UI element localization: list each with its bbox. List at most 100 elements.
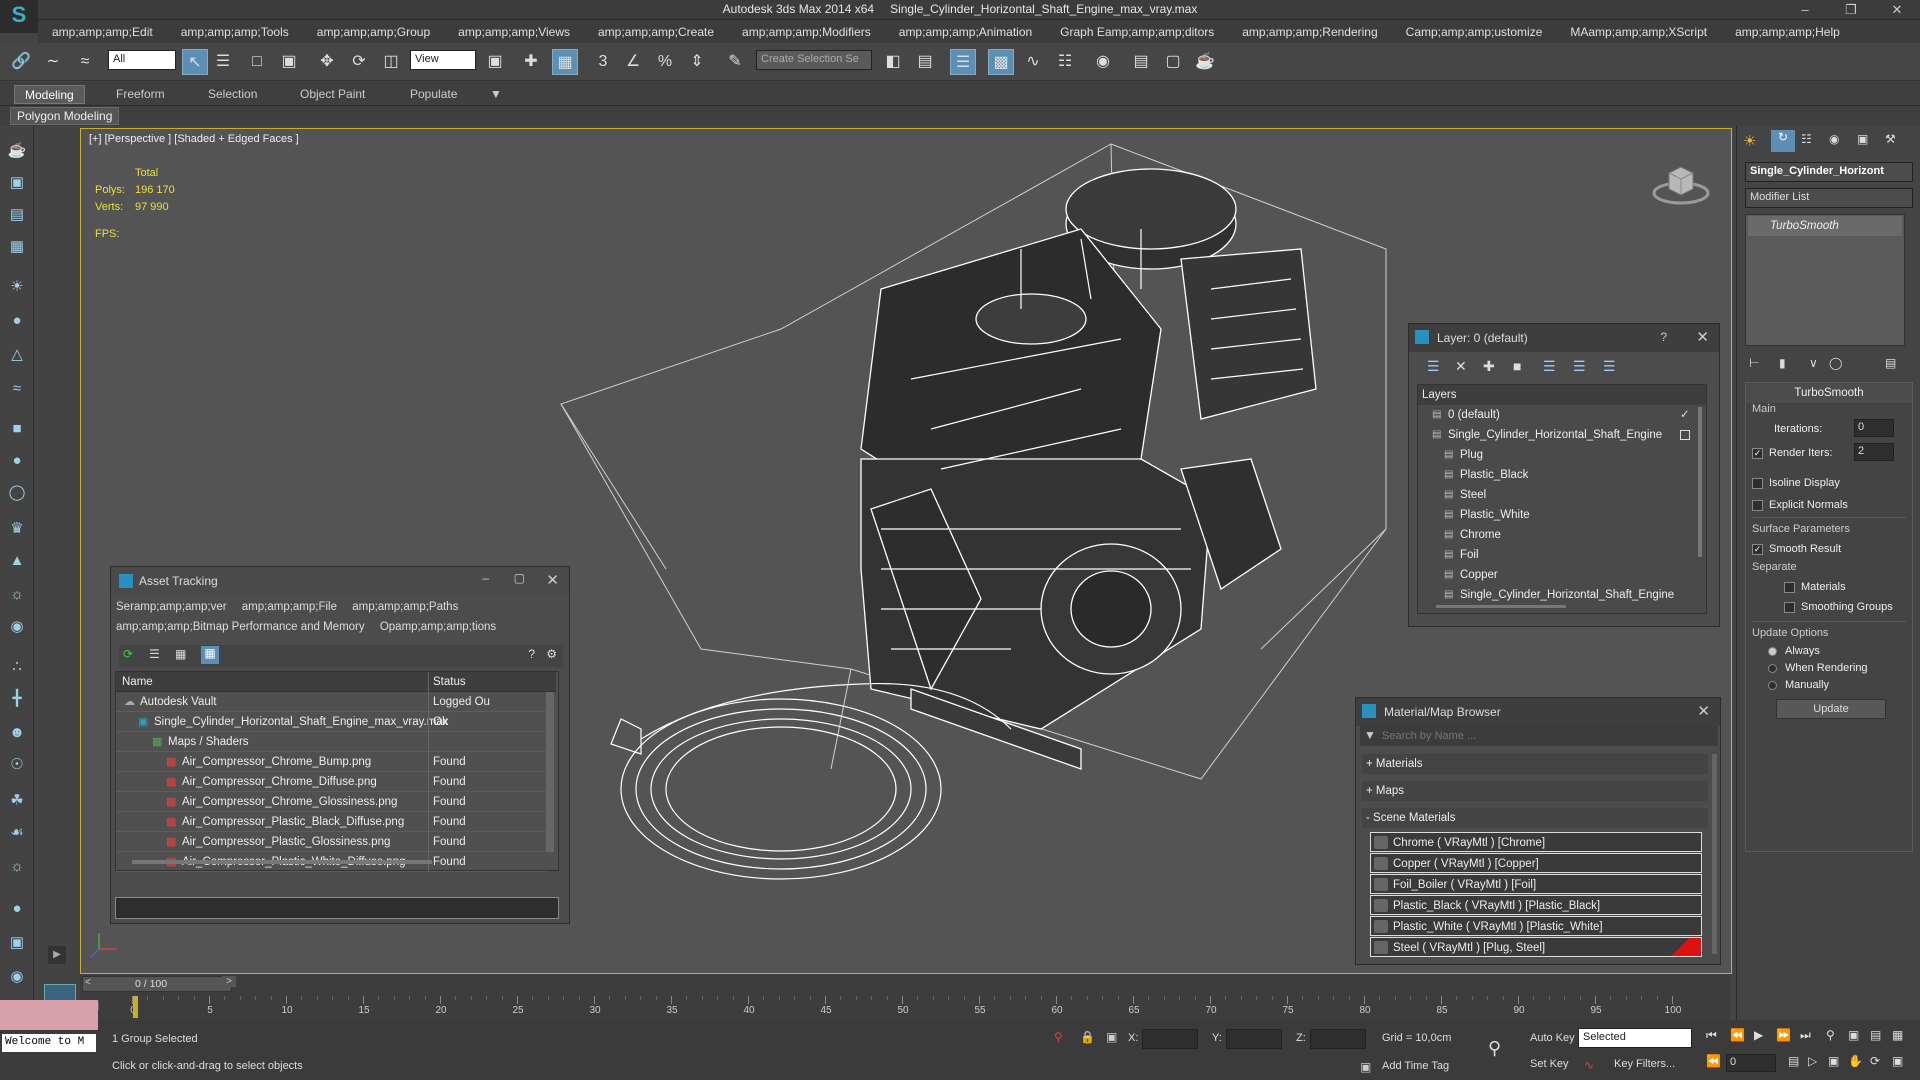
layer-scrollbar[interactable] [1698,407,1702,557]
key-mode-dropdown[interactable]: Selected [1578,1028,1692,1048]
help-icon[interactable]: ? [1660,330,1667,344]
scene-material-item[interactable]: Copper ( VRayMtl ) [Copper] [1370,853,1702,873]
configure-sets-icon[interactable]: ▤ [1885,356,1896,370]
table-row[interactable]: ▩ Air_Compressor_Chrome_Diffuse.png Found [116,772,546,792]
current-frame-field[interactable]: 0 [1726,1054,1776,1072]
sun-icon[interactable]: ☼ [6,584,28,606]
close-icon[interactable]: ✕ [546,567,559,595]
current-layer-check-icon[interactable]: ✓ [1680,405,1690,425]
select-object-icon[interactable]: ↖ [182,49,208,75]
group-maps[interactable]: + Maps [1362,781,1708,801]
pin-stack-icon[interactable]: ⊢ [1749,356,1759,370]
layer-item[interactable]: ▤ Single_Cylinder_Horizontal_Shaft_Engine [1418,585,1696,605]
keyboard-shortcut-override-icon[interactable]: ▦ [552,49,578,75]
render-teapot-icon[interactable]: ☕ [1192,49,1218,75]
box-icon[interactable]: ▣ [6,172,28,194]
x-coordinate-field[interactable] [1142,1029,1198,1049]
options-arrow-icon[interactable]: ▼ [1364,728,1376,742]
remove-modifier-icon[interactable]: ◯ [1829,356,1842,370]
app-logo-icon[interactable]: S [0,0,38,33]
layer-item[interactable]: ▤ 0 (default) ✓ [1418,405,1696,425]
scene-material-item[interactable]: Chrome ( VRayMtl ) [Chrome] [1370,832,1702,852]
menu-animation[interactable]: amp;amp;amp;Animation [885,25,1046,39]
prev-frame-icon[interactable]: < [85,977,91,988]
table-row[interactable]: ▩ Air_Compressor_Chrome_Bump.png Found [116,752,546,772]
percent-snap-icon[interactable]: % [652,49,678,75]
freeze-all-icon[interactable]: ☰ [1603,358,1616,375]
unlink-icon[interactable]: ∼ [40,49,66,75]
zoom-icon[interactable]: ⚲ [1826,1028,1835,1042]
asset-path-field[interactable] [115,897,559,919]
tab-populate[interactable]: Populate [400,85,467,104]
menu-help[interactable]: amp;amp;amp;Help [1721,25,1854,39]
add-to-layer-icon[interactable]: ✚ [1483,358,1495,375]
update-button[interactable]: Update [1776,699,1886,719]
fov-icon[interactable]: ▷ [1808,1054,1817,1068]
display-tab-icon[interactable]: ▣ [1857,132,1868,146]
modifier-list-dropdown[interactable]: Modifier List [1745,188,1913,208]
highlight-layer-icon[interactable]: ☰ [1543,358,1556,375]
auto-key-button[interactable]: Auto Key [1530,1032,1575,1044]
orbit-icon[interactable]: ⟳ [1870,1054,1880,1068]
iterations-spinner[interactable]: 0 [1854,419,1894,437]
plane-icon[interactable]: ▤ [6,204,28,226]
graphite-toggle-icon[interactable]: ▩ [988,49,1014,75]
utilities-tab-icon[interactable]: ⚒ [1885,132,1896,146]
pan-icon[interactable]: ✋ [1848,1054,1863,1068]
separate-materials-checkbox[interactable] [1784,581,1795,593]
close-icon[interactable]: ✕ [1697,698,1710,726]
menu-create[interactable]: amp;amp;amp;Create [584,25,728,39]
layer-hscrollbar[interactable] [1436,605,1566,608]
crown-icon[interactable]: ♛ [6,518,28,540]
isolate-icon[interactable]: ⚲ [1054,1030,1063,1044]
spinner-snap-icon[interactable]: ⇕ [684,49,710,75]
horizontal-scrollbar[interactable] [132,860,432,864]
column-name[interactable]: Name [122,672,153,692]
go-to-end-icon[interactable]: ⏭ [1800,1028,1811,1043]
menu-options[interactable]: Opamp;amp;amp;tions [380,621,496,633]
menu-server[interactable]: Seramp;amp;amp;ver [116,601,227,613]
viewcube[interactable] [1651,163,1711,207]
pivot-center-icon[interactable]: ▣ [482,49,508,75]
next-key-icon[interactable]: ⏩ [1776,1028,1791,1042]
table-row[interactable]: ▦ Maps / Shaders [116,732,546,752]
snaps-toggle-icon[interactable]: 3 [590,49,616,75]
time-slider[interactable]: < 0 / 100 [82,976,232,992]
table-row[interactable]: ▣ Single_Cylinder_Horizontal_Shaft_Engine… [116,712,546,732]
spacewarp-icon[interactable]: ≈ [6,378,28,400]
select-by-name-icon[interactable]: ☰ [210,49,236,75]
next-frame-icon[interactable]: > [222,976,236,987]
key-filters-button[interactable]: Key Filters... [1614,1058,1675,1070]
tab-modeling[interactable]: Modeling [14,85,85,104]
smooth-result-checkbox[interactable]: ✓ [1752,543,1763,555]
time-tag-icon[interactable]: ▣ [1360,1060,1371,1074]
table-row[interactable]: ☁ Autodesk Vault Logged Ou [116,692,546,712]
helper-icon[interactable]: △ [6,344,28,366]
minimize-icon[interactable]: – [1782,0,1828,20]
menu-file[interactable]: amp;amp;amp;File [242,601,337,613]
manually-radio[interactable] [1768,680,1777,690]
selection-filter-dropdown[interactable]: All [108,50,176,70]
layers-header[interactable]: Layers [1418,385,1706,405]
modify-tab-icon[interactable]: ↻ [1771,130,1795,152]
align-icon[interactable]: ▤ [912,49,938,75]
menu-bitmap-performance[interactable]: amp;amp;amp;Bitmap Performance and Memor… [116,621,365,633]
material-editor-icon[interactable]: ◉ [1090,49,1116,75]
bind-spacewarp-icon[interactable]: ≈ [72,49,98,75]
biped-icon[interactable]: ☻ [6,722,28,744]
group-scene-materials[interactable]: - Scene Materials [1362,808,1708,828]
maximize-viewport-icon[interactable]: ▣ [1892,1054,1903,1068]
layer-item[interactable]: ▤ Steel [1418,485,1696,505]
absolute-mode-icon[interactable]: ▣ [1106,1030,1117,1044]
reference-coordinate-dropdown[interactable]: View [410,50,476,70]
scene-material-item[interactable]: Foil_Boiler ( VRayMtl ) [Foil] [1370,874,1702,894]
maxscript-mini-listener[interactable]: Welcome to M [2,1034,96,1052]
prev-key-icon[interactable]: ⏪ [1730,1028,1745,1042]
set-key-icon[interactable]: ⚲ [1488,1038,1501,1059]
go-to-start-icon[interactable]: ⏮ [1706,1028,1717,1043]
track-bar[interactable]: 0510152025303540455055606570758085909510… [130,996,1682,1018]
lock-icon[interactable]: 🔒 [1080,1030,1095,1044]
set-current-layer-box[interactable] [1680,430,1690,440]
column-status[interactable]: Status [428,672,466,692]
minimize-icon[interactable]: – [482,571,489,585]
